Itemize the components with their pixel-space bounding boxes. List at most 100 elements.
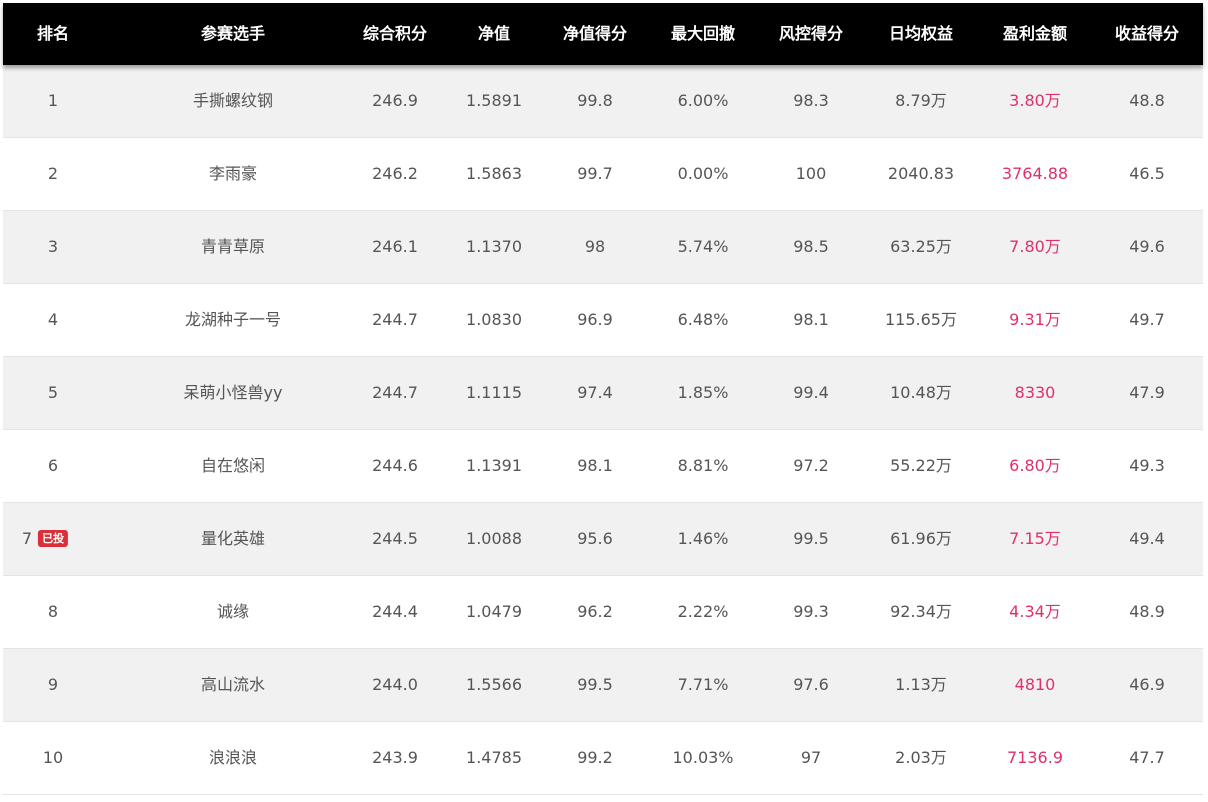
table-row[interactable]: 3 青青草原 246.1 1.1370 98 5.74% 98.5 63.25万 7.80万 49… — [3, 211, 1203, 284]
profit-cell: 8330 — [1014, 383, 1056, 402]
score-cell: 246.2 — [372, 164, 418, 183]
header-return-score[interactable]: 收益得分 — [1115, 24, 1179, 44]
profit-cell: 9.31万 — [1009, 310, 1061, 329]
player-name-cell[interactable]: 浪浪浪 — [209, 748, 257, 768]
player-name-cell[interactable]: 龙湖种子一号 — [185, 310, 281, 330]
invested-badge: 已投 — [38, 530, 69, 547]
table-row[interactable]: 9 高山流水 244.0 1.5566 99.5 7.71% 97.6 1.13万 4810 46… — [3, 649, 1203, 722]
header-nav-score[interactable]: 净值得分 — [563, 24, 627, 44]
player-name-cell[interactable]: 呆萌小怪兽yy — [184, 383, 283, 403]
profit-cell: 7136.9 — [1007, 748, 1063, 767]
return-score-cell: 46.9 — [1129, 675, 1165, 694]
profit-cell: 3.80万 — [1009, 91, 1061, 110]
rank-cell: 3 — [48, 237, 58, 257]
nav-score-cell: 95.6 — [577, 529, 613, 548]
rank-number: 3 — [47, 237, 59, 256]
header-max-drawdown[interactable]: 最大回撤 — [671, 24, 735, 44]
return-score-cell: 49.4 — [1129, 529, 1165, 548]
table-header: 排名 参赛选手 综合积分 净值 净值得分 最大回撤 风控得分 日均权益 盈利金额… — [3, 3, 1203, 65]
risk-score-cell: 97.2 — [793, 456, 829, 475]
table-row[interactable]: 1 手撕螺纹钢 246.9 1.5891 99.8 6.00% 98.3 8.79万 3.80万… — [3, 65, 1203, 138]
player-name-cell[interactable]: 李雨豪 — [209, 164, 257, 184]
header-rank[interactable]: 排名 — [37, 24, 69, 44]
header-player[interactable]: 参赛选手 — [201, 24, 265, 44]
profit-cell: 3764.88 — [1001, 164, 1069, 183]
header-profit[interactable]: 盈利金额 — [1003, 24, 1067, 44]
player-name-cell[interactable]: 青青草原 — [201, 237, 265, 257]
table-row[interactable]: 2 李雨豪 246.2 1.5863 99.7 0.00% 100 2040.83 3764.8… — [3, 138, 1203, 211]
score-cell: 244.5 — [372, 529, 418, 548]
nav-cell: 1.1391 — [466, 456, 522, 475]
player-name-cell[interactable]: 诚缘 — [217, 602, 249, 622]
return-score-cell: 46.5 — [1129, 164, 1165, 183]
nav-cell: 1.4785 — [466, 748, 522, 767]
table-body: 1 手撕螺纹钢 246.9 1.5891 99.8 6.00% 98.3 8.79万 3.80万… — [3, 65, 1203, 795]
table-row[interactable]: 6 自在悠闲 244.6 1.1391 98.1 8.81% 97.2 55.22万 6.80万… — [3, 430, 1203, 503]
profit-cell: 6.80万 — [1009, 456, 1061, 475]
nav-cell: 1.1115 — [466, 383, 522, 402]
player-name-cell[interactable]: 自在悠闲 — [201, 456, 265, 476]
avg-equity-cell: 92.34万 — [890, 602, 952, 621]
rank-number: 4 — [47, 310, 59, 329]
header-nav[interactable]: 净值 — [478, 24, 510, 44]
return-score-cell: 49.6 — [1129, 237, 1165, 256]
nav-cell: 1.0088 — [466, 529, 522, 548]
max-drawdown-cell: 1.46% — [677, 529, 729, 548]
table-row[interactable]: 7 已投 量化英雄 244.5 1.0088 95.6 1.46% 99.5 61.96万 7.1… — [3, 503, 1203, 576]
profit-cell: 4.34万 — [1009, 602, 1061, 621]
max-drawdown-cell: 10.03% — [672, 748, 734, 767]
player-name-cell[interactable]: 量化英雄 — [201, 529, 265, 549]
nav-score-cell: 99.2 — [577, 748, 613, 767]
max-drawdown-cell: 6.00% — [677, 91, 729, 110]
return-score-cell: 49.7 — [1129, 310, 1165, 329]
score-cell: 244.6 — [372, 456, 418, 475]
table-row[interactable]: 10 浪浪浪 243.9 1.4785 99.2 10.03% 97 2.03万 7136.9 4… — [3, 722, 1203, 795]
nav-score-cell: 98.1 — [577, 456, 613, 475]
table-row[interactable]: 8 诚缘 244.4 1.0479 96.2 2.22% 99.3 92.34万 4.34万 48… — [3, 576, 1203, 649]
max-drawdown-cell: 0.00% — [677, 164, 729, 183]
player-name-cell[interactable]: 手撕螺纹钢 — [193, 91, 273, 111]
header-score[interactable]: 综合积分 — [363, 24, 427, 44]
risk-score-cell: 97 — [800, 748, 822, 767]
rank-cell: 5 — [48, 383, 58, 403]
rank-number: 1 — [47, 91, 59, 110]
profit-cell: 7.80万 — [1009, 237, 1061, 256]
ranking-table: 排名 参赛选手 综合积分 净值 净值得分 最大回撤 风控得分 日均权益 盈利金额… — [3, 3, 1203, 795]
max-drawdown-cell: 8.81% — [677, 456, 729, 475]
risk-score-cell: 98.3 — [793, 91, 829, 110]
nav-score-cell: 96.9 — [577, 310, 613, 329]
max-drawdown-cell: 1.85% — [677, 383, 729, 402]
player-name-cell[interactable]: 高山流水 — [201, 675, 265, 695]
profit-cell: 7.15万 — [1009, 529, 1061, 548]
max-drawdown-cell: 2.22% — [677, 602, 729, 621]
header-risk-score[interactable]: 风控得分 — [779, 24, 843, 44]
score-cell: 244.0 — [372, 675, 418, 694]
nav-cell: 1.5891 — [466, 91, 522, 110]
header-avg-equity[interactable]: 日均权益 — [889, 24, 953, 44]
rank-cell: 7 已投 — [21, 529, 69, 549]
max-drawdown-cell: 6.48% — [677, 310, 729, 329]
return-score-cell: 47.9 — [1129, 383, 1165, 402]
risk-score-cell: 98.5 — [793, 237, 829, 256]
return-score-cell: 48.8 — [1129, 91, 1165, 110]
return-score-cell: 47.7 — [1129, 748, 1165, 767]
score-cell: 244.7 — [372, 310, 418, 329]
avg-equity-cell: 2040.83 — [887, 164, 955, 183]
avg-equity-cell: 1.13万 — [895, 675, 947, 694]
avg-equity-cell: 61.96万 — [890, 529, 952, 548]
table-row[interactable]: 4 龙湖种子一号 244.7 1.0830 96.9 6.48% 98.1 115.65万 9.… — [3, 284, 1203, 357]
score-cell: 244.7 — [372, 383, 418, 402]
risk-score-cell: 98.1 — [793, 310, 829, 329]
return-score-cell: 49.3 — [1129, 456, 1165, 475]
rank-cell: 8 — [48, 602, 58, 622]
rank-number: 9 — [47, 675, 59, 694]
avg-equity-cell: 115.65万 — [885, 310, 957, 329]
nav-score-cell: 99.5 — [577, 675, 613, 694]
risk-score-cell: 99.3 — [793, 602, 829, 621]
table-row[interactable]: 5 呆萌小怪兽yy 244.7 1.1115 97.4 1.85% 99.4 10.48万 83… — [3, 357, 1203, 430]
nav-score-cell: 97.4 — [577, 383, 613, 402]
rank-cell: 2 — [48, 164, 58, 184]
rank-number: 7 — [21, 529, 33, 548]
score-cell: 244.4 — [372, 602, 418, 621]
max-drawdown-cell: 5.74% — [677, 237, 729, 256]
